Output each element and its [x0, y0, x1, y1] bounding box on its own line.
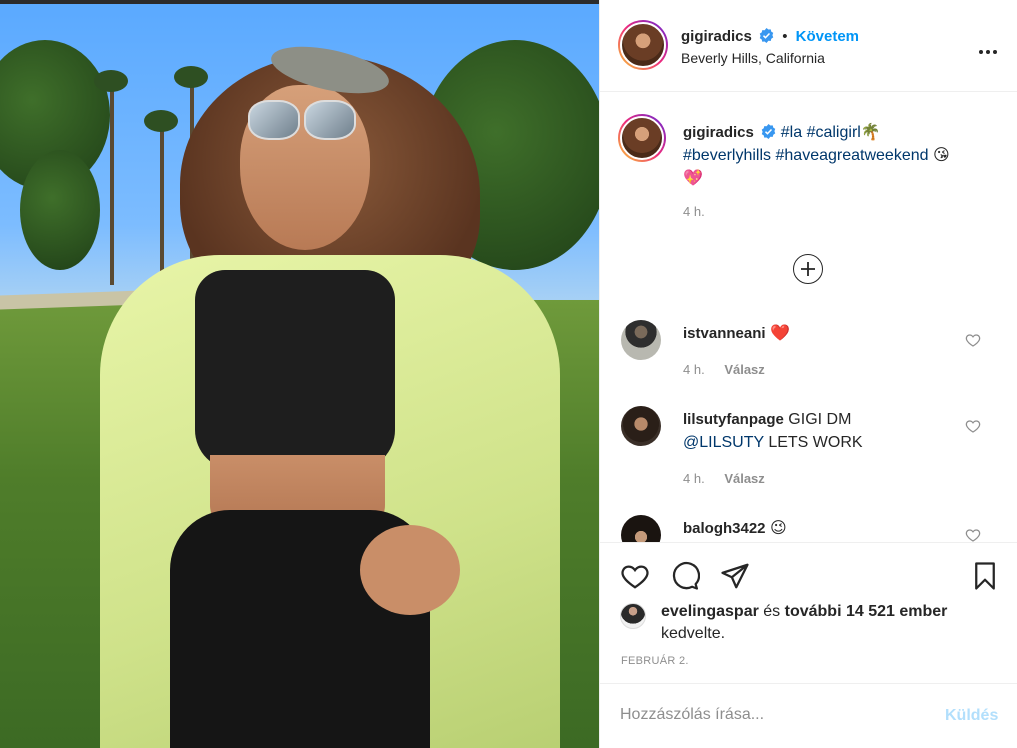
post-comment-button[interactable]: Küldés — [945, 707, 998, 725]
wink-kiss-emoji-icon: 😘 — [932, 147, 950, 164]
caption-username[interactable]: gigiradics — [683, 124, 754, 141]
post-photo[interactable] — [0, 0, 599, 748]
more-options-icon[interactable] — [978, 38, 998, 61]
like-comment-heart-icon[interactable] — [965, 332, 981, 348]
following-button[interactable]: Követem — [796, 28, 859, 45]
hashtag-caligirl[interactable]: #caligirl — [807, 124, 861, 141]
verified-badge-icon — [762, 124, 776, 139]
reply-button[interactable]: Válasz — [724, 471, 764, 486]
palm-trunk — [160, 120, 164, 280]
author-username[interactable]: gigiradics — [681, 28, 752, 45]
likes-connector: és — [758, 603, 785, 620]
sunglasses-left-lens — [248, 100, 300, 140]
author-line: gigiradics • Követem — [681, 28, 859, 45]
commenter-username[interactable]: istvanneani — [683, 325, 766, 342]
comment-timestamp[interactable]: 4 h. — [683, 362, 705, 377]
post-header: gigiradics • Követem Beverly Hills, Cali… — [600, 0, 1017, 92]
hashtag-haveagreatweekend[interactable]: #haveagreatweekend — [776, 147, 929, 164]
commenter-username[interactable]: balogh3422 — [683, 520, 766, 537]
palm-trunk — [110, 85, 114, 285]
like-heart-icon[interactable] — [620, 561, 650, 591]
comment-meta: 4 h. Válasz — [683, 471, 765, 486]
commenter-avatar[interactable] — [621, 406, 661, 446]
header-separator: • — [782, 28, 788, 45]
add-comment-section: Küldés — [600, 683, 1017, 748]
share-paper-plane-icon[interactable] — [720, 561, 750, 591]
sparkling-heart-emoji-icon: 💖 — [683, 170, 703, 187]
post-sidebar: gigiradics • Követem Beverly Hills, Cali… — [599, 0, 1017, 748]
reply-button[interactable]: Válasz — [724, 362, 764, 377]
comment-text-continued: LETS WORK — [763, 434, 863, 451]
comment-body: istvanneani ❤️ — [683, 322, 973, 345]
comment-bubble-icon[interactable] — [670, 561, 700, 591]
author-avatar[interactable] — [618, 20, 668, 70]
post-caption: gigiradics #la #caligirl🌴 #beverlyhills … — [683, 121, 993, 190]
sunglasses-right-lens — [304, 100, 356, 140]
save-bookmark-icon[interactable] — [970, 561, 1000, 591]
commenter-username[interactable]: lilsutyfanpage — [683, 411, 784, 428]
ellipsis-icon — [979, 50, 997, 54]
commenter-avatar[interactable] — [621, 515, 661, 542]
comment-body: lilsutyfanpage GIGI DM @LILSUTY LETS WOR… — [683, 408, 973, 454]
hashtag-beverlyhills[interactable]: #beverlyhills — [683, 147, 771, 164]
hashtag-la[interactable]: #la — [781, 124, 802, 141]
like-comment-heart-icon[interactable] — [965, 527, 981, 542]
comment-body: balogh3422 😉 — [683, 517, 973, 540]
comment-timestamp[interactable]: 4 h. — [683, 471, 705, 486]
commenter-avatar[interactable] — [621, 320, 661, 360]
comments-scroll-area[interactable]: gigiradics #la #caligirl🌴 #beverlyhills … — [600, 92, 1017, 542]
comment-meta: 4 h. Válasz — [683, 362, 765, 377]
load-more-comments-button[interactable] — [793, 254, 823, 284]
photo-top-edge — [0, 0, 599, 4]
tree-left-2 — [20, 150, 100, 270]
first-liker-username[interactable]: evelingaspar — [661, 603, 759, 620]
other-likers-link[interactable]: további 14 521 ember — [785, 603, 948, 620]
caption-timestamp[interactable]: 4 h. — [683, 204, 705, 219]
liker-avatar[interactable] — [620, 603, 646, 629]
plus-icon — [801, 262, 815, 276]
person-hand — [360, 525, 460, 615]
comment-text: GIGI DM — [783, 411, 852, 428]
post-location[interactable]: Beverly Hills, California — [681, 50, 825, 66]
post-date[interactable]: FEBRUÁR 2. — [621, 655, 689, 667]
palm-top — [94, 70, 128, 92]
comment-mention[interactable]: @LILSUTY — [683, 434, 764, 451]
red-heart-emoji-icon: ❤️ — [769, 325, 790, 342]
verified-badge-icon — [759, 28, 774, 43]
palm-top — [174, 66, 208, 88]
caption-author-avatar[interactable] — [618, 114, 666, 162]
palm-top — [144, 110, 178, 132]
person-top — [195, 270, 395, 470]
palm-emoji-icon: 🌴 — [860, 124, 881, 141]
like-comment-heart-icon[interactable] — [965, 418, 981, 434]
wink-emoji-icon: 😉 — [769, 520, 787, 537]
comment-input[interactable] — [620, 706, 920, 724]
post-actions: evelingaspar és további 14 521 ember ked… — [600, 542, 1017, 748]
likes-suffix: kedvelte. — [661, 625, 726, 642]
